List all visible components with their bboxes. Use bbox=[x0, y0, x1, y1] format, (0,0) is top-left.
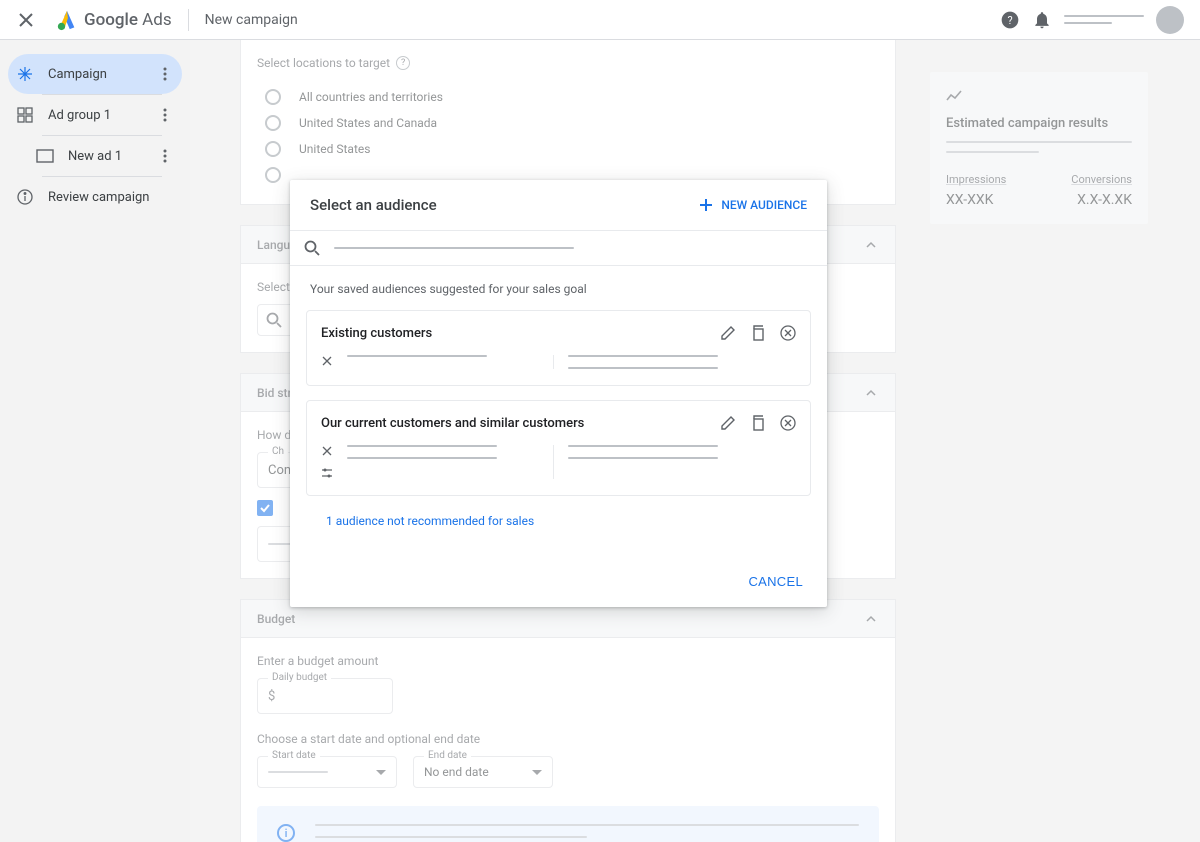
notifications-icon[interactable] bbox=[1032, 10, 1052, 30]
audience-card-current-similar[interactable]: Our current customers and similar custom… bbox=[306, 400, 811, 496]
google-ads-logo-icon bbox=[56, 9, 78, 31]
sliders-icon bbox=[321, 467, 333, 479]
sidebar-item-label: Campaign bbox=[48, 67, 156, 82]
left-nav: Campaign Ad group 1 New ad 1 Review camp… bbox=[0, 40, 190, 842]
sidebar-item-label: New ad 1 bbox=[68, 149, 156, 164]
more-icon[interactable] bbox=[156, 106, 174, 124]
account-avatar[interactable] bbox=[1156, 6, 1184, 34]
edit-icon[interactable] bbox=[720, 325, 736, 341]
audience-card-existing[interactable]: Existing customers bbox=[306, 310, 811, 386]
more-icon[interactable] bbox=[156, 147, 174, 165]
search-icon bbox=[304, 240, 320, 256]
divider bbox=[188, 9, 189, 31]
sidebar-item-newad[interactable]: New ad 1 bbox=[18, 136, 182, 176]
sidebar-item-campaign[interactable]: Campaign bbox=[8, 54, 182, 94]
sidebar-item-adgroup[interactable]: Ad group 1 bbox=[8, 95, 182, 135]
cross-icon bbox=[321, 445, 333, 457]
not-recommended-link[interactable]: 1 audience not recommended for sales bbox=[298, 510, 819, 528]
new-audience-label: NEW AUDIENCE bbox=[721, 198, 807, 212]
account-placeholder bbox=[1064, 15, 1144, 24]
new-audience-button[interactable]: NEW AUDIENCE bbox=[699, 198, 807, 212]
adgroup-icon bbox=[16, 106, 34, 124]
page-title: New campaign bbox=[205, 12, 298, 28]
sidebar-item-review[interactable]: Review campaign bbox=[8, 177, 182, 217]
cancel-button[interactable]: CANCEL bbox=[748, 574, 803, 589]
cross-icon bbox=[321, 355, 333, 367]
close-icon bbox=[19, 13, 33, 27]
copy-icon[interactable] bbox=[750, 325, 766, 341]
edit-icon[interactable] bbox=[720, 415, 736, 431]
svg-text:?: ? bbox=[1007, 14, 1012, 27]
audience-hint: Your saved audiences suggested for your … bbox=[298, 282, 819, 310]
audience-name: Our current customers and similar custom… bbox=[321, 416, 584, 431]
copy-icon[interactable] bbox=[750, 415, 766, 431]
sidebar-item-label: Review campaign bbox=[48, 190, 174, 205]
more-icon[interactable] bbox=[156, 65, 174, 83]
dialog-title: Select an audience bbox=[310, 196, 437, 214]
plus-icon bbox=[699, 198, 713, 212]
remove-icon[interactable] bbox=[780, 325, 796, 341]
audience-name: Existing customers bbox=[321, 326, 432, 341]
product-logo: Google Ads bbox=[56, 9, 172, 31]
product-name: Google Ads bbox=[84, 10, 172, 30]
audience-search-input[interactable] bbox=[290, 230, 827, 266]
select-audience-dialog: Select an audience NEW AUDIENCE Your sav… bbox=[290, 180, 827, 607]
ad-icon bbox=[36, 147, 54, 165]
close-button[interactable] bbox=[16, 10, 36, 30]
info-icon bbox=[16, 188, 34, 206]
remove-icon[interactable] bbox=[780, 415, 796, 431]
help-icon[interactable]: ? bbox=[1000, 10, 1020, 30]
campaign-icon bbox=[16, 65, 34, 83]
sidebar-item-label: Ad group 1 bbox=[48, 108, 156, 123]
